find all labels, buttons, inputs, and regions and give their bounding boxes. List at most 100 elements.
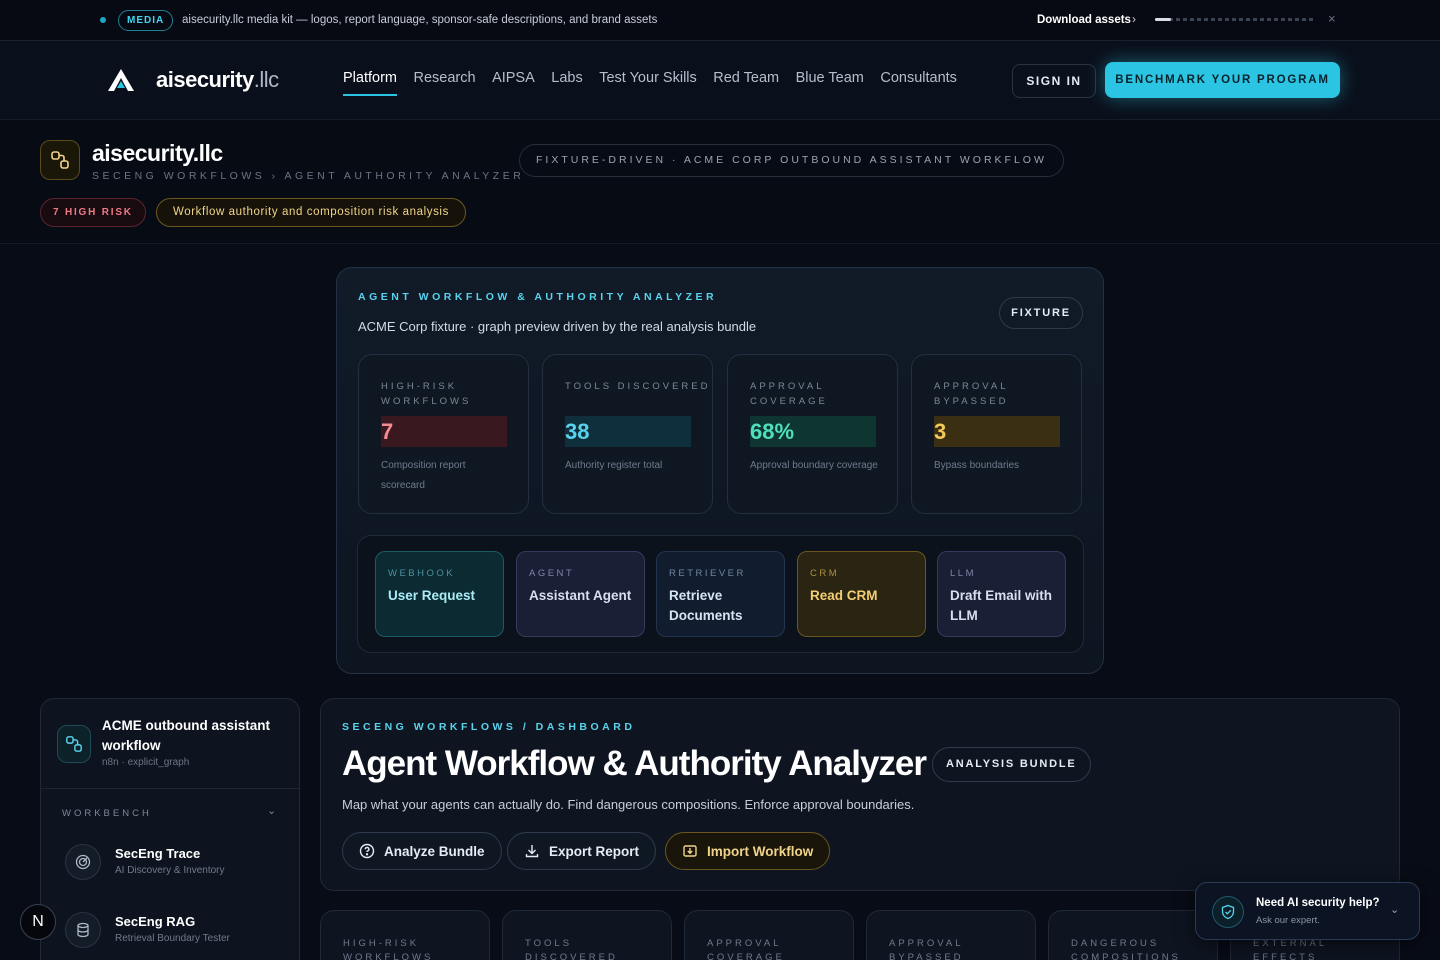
workflow-graph: WEBHOOK User Request AGENT Assistant Agent R…	[357, 535, 1084, 653]
download-assets-link[interactable]: Download assets	[1037, 14, 1131, 26]
analyzer-preview-card: AGENT WORKFLOW & AUTHORITY ANALYZER ACME…	[336, 267, 1104, 674]
stat-card: TOOLS DISCOVERED 38 Authority register tot…	[542, 354, 713, 514]
summary-stat-label: EXTERNAL EFFECTS	[1253, 938, 1327, 960]
stat-caption: Authority register total	[565, 460, 663, 471]
close-icon[interactable]: ×	[1328, 11, 1336, 26]
chevron-right-icon[interactable]: ›	[1132, 12, 1136, 26]
chevron-down-icon[interactable]: ⌄	[1390, 903, 1399, 916]
summary-stat-card: HIGH-RISK WORKFLOWS	[320, 910, 490, 960]
summary-stat-label: HIGH-RISK WORKFLOWS	[343, 938, 434, 960]
node-name: User Request	[388, 588, 476, 603]
announcement-message: aisecurity.llc media kit — logos, report…	[182, 14, 658, 26]
sidebar-item-seceng-trace[interactable]: SecEng Trace AI Discovery & Inventory	[65, 844, 285, 884]
stat-caption: Composition report scorecard	[381, 460, 466, 491]
stat-card: APPROVAL COVERAGE 68% Approval boundary co…	[727, 354, 898, 514]
tool-description: AI Discovery & Inventory	[115, 865, 225, 876]
node-type: WEBHOOK	[388, 568, 456, 579]
graph-node-webhook[interactable]: WEBHOOK User Request	[375, 551, 504, 637]
nav-link-aipsa[interactable]: AIPSA	[492, 70, 535, 96]
divider	[41, 788, 299, 789]
import-workflow-button[interactable]: Import Workflow	[665, 832, 831, 870]
workbench-section-label: WORKBENCH	[62, 808, 152, 819]
fixture-button[interactable]: FIXTURE	[999, 297, 1083, 329]
breadcrumb: SECENG WORKFLOWS › AGENT AUTHORITY ANALY…	[92, 170, 525, 182]
node-name: Read CRM	[810, 588, 878, 603]
project-meta: n8n · explicit_graph	[102, 757, 190, 768]
benchmark-program-button[interactable]: BENCHMARK YOUR PROGRAM	[1105, 62, 1340, 98]
help-title: Need AI security help?	[1256, 897, 1380, 909]
node-name: Retrieve Documents	[669, 588, 743, 623]
dashboard-panel: SECENG WORKFLOWS / DASHBOARD Agent Workf…	[320, 698, 1400, 891]
logo-main: aisecurity	[156, 67, 254, 92]
export-report-button[interactable]: Export Report	[507, 832, 657, 870]
stat-card: HIGH-RISK WORKFLOWS 7 Composition report s…	[358, 354, 529, 514]
download-icon	[525, 845, 539, 858]
analyze-bundle-label: Analyze Bundle	[384, 843, 485, 859]
summary-stat-label: APPROVAL BYPASSED	[889, 938, 964, 960]
tool-name: SecEng Trace	[115, 846, 201, 861]
logo-wordmark[interactable]: aisecurity.llc	[156, 67, 279, 93]
announcement-progress-fill	[1155, 18, 1171, 21]
import-icon	[683, 845, 697, 857]
announcement-progress	[1155, 18, 1315, 21]
stat-value: 38	[565, 419, 590, 444]
analyze-bundle-button[interactable]: Analyze Bundle	[342, 832, 502, 870]
nav-link-platform[interactable]: Platform	[343, 70, 397, 96]
sidebar-item-seceng-rag[interactable]: SecEng RAG Retrieval Boundary Tester	[65, 912, 285, 952]
nav-links: Platform Research AIPSA Labs Test Your Skill…	[343, 70, 957, 96]
node-type: AGENT	[529, 568, 575, 579]
graph-node-llm[interactable]: LLM Draft Email with LLM	[937, 551, 1066, 637]
stat-label: TOOLS DISCOVERED	[565, 381, 711, 392]
stat-highlight	[934, 416, 1060, 447]
page-title: aisecurity.llc	[92, 140, 223, 166]
workflow-icon	[40, 140, 80, 180]
chevron-down-icon[interactable]: ⌄	[267, 804, 276, 817]
preview-kicker: AGENT WORKFLOW & AUTHORITY ANALYZER	[358, 291, 718, 303]
graph-node-retriever[interactable]: RETRIEVER Retrieve Documents	[656, 551, 785, 637]
summary-stat-label: DANGEROUS COMPOSITIONS	[1071, 938, 1181, 960]
high-risk-badge: 7 HIGH RISK	[40, 198, 146, 227]
graph-node-agent[interactable]: AGENT Assistant Agent	[516, 551, 645, 637]
stat-label: APPROVAL BYPASSED	[934, 381, 1009, 407]
media-tag: MEDIA	[118, 10, 174, 31]
help-widget[interactable]: Need AI security help? Ask our expert. ⌄	[1195, 882, 1420, 940]
stat-card: APPROVAL BYPASSED 3 Bypass boundaries	[911, 354, 1082, 514]
nav-link-consultants[interactable]: Consultants	[880, 70, 957, 96]
summary-stat-card: APPROVAL BYPASSED	[866, 910, 1036, 960]
stat-value: 68%	[750, 419, 795, 444]
tool-name: SecEng RAG	[115, 914, 196, 929]
avatar[interactable]: N	[20, 904, 56, 940]
radar-icon	[65, 844, 101, 880]
announcement-bar: MEDIA aisecurity.llc media kit — logos, …	[0, 0, 1440, 41]
dashboard-kicker: SECENG WORKFLOWS / DASHBOARD	[342, 721, 636, 733]
nav-link-labs[interactable]: Labs	[551, 70, 582, 96]
nav-link-blue-team[interactable]: Blue Team	[796, 70, 864, 96]
help-subtitle: Ask our expert.	[1256, 915, 1320, 926]
help-circle-icon	[359, 843, 375, 859]
dashboard-title: Agent Workflow & Authority Analyzer	[342, 744, 927, 783]
nav-link-research[interactable]: Research	[414, 70, 476, 96]
stat-value: 3	[934, 419, 947, 444]
summary-stat-card: TOOLS DISCOVERED	[502, 910, 672, 960]
shield-icon	[1212, 896, 1244, 928]
logo-icon[interactable]	[108, 69, 134, 91]
node-name: Draft Email with LLM	[950, 588, 1053, 623]
summary-stat-label: APPROVAL COVERAGE	[707, 938, 785, 960]
stat-caption: Approval boundary coverage	[750, 460, 878, 471]
tool-description: Retrieval Boundary Tester	[115, 933, 230, 944]
stat-highlight	[381, 416, 507, 447]
product-header: aisecurity.llc SECENG WORKFLOWS › AGENT …	[0, 120, 1440, 244]
sidebar: ACME outbound assistant workflow n8n · e…	[40, 698, 300, 960]
preview-subtitle: ACME Corp fixture · graph preview driven…	[358, 319, 757, 334]
nav-link-red-team[interactable]: Red Team	[713, 70, 779, 96]
stat-label: HIGH-RISK WORKFLOWS	[381, 381, 472, 407]
description-badge: Workflow authority and composition risk …	[156, 198, 466, 227]
nav-link-test-your-skills[interactable]: Test Your Skills	[599, 70, 697, 96]
node-type: CRM	[810, 568, 840, 579]
project-name[interactable]: ACME outbound assistant workflow	[102, 716, 282, 756]
dashboard-description: Map what your agents can actually do. Fi…	[342, 797, 915, 812]
node-type: LLM	[950, 568, 976, 579]
graph-node-crm[interactable]: CRM Read CRM	[797, 551, 926, 637]
stat-value: 7	[381, 419, 394, 444]
sign-in-button[interactable]: SIGN IN	[1012, 64, 1096, 98]
